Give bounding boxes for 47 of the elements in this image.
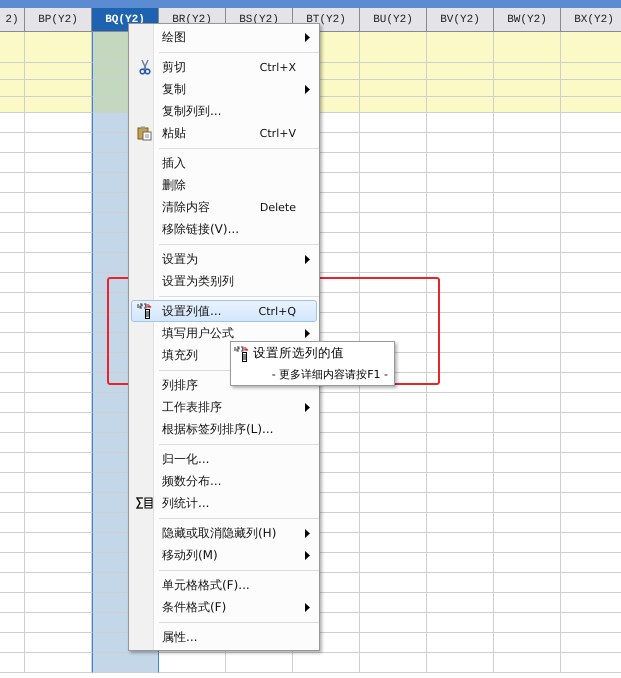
column-header[interactable]: BV(Y2): [427, 8, 494, 32]
set-values-icon: [234, 346, 250, 362]
submenu-arrow-icon: [304, 528, 310, 538]
menu-item[interactable]: 设置列值... Ctrl+Q: [131, 300, 317, 322]
menu-item[interactable]: 单元格格式(F)...: [131, 574, 317, 596]
submenu-arrow-icon: [304, 402, 310, 412]
column-header[interactable]: BP(Y2): [25, 8, 92, 32]
menu-item[interactable]: 根据标签列排序(L)...: [131, 418, 317, 440]
menu-item[interactable]: 插入: [131, 152, 317, 174]
menu-item[interactable]: 隐藏或取消隐藏列(H): [131, 522, 317, 544]
submenu-arrow-icon: [304, 328, 310, 338]
menu-item[interactable]: 填写用户公式: [131, 322, 317, 344]
menu-item[interactable]: 条件格式(F): [131, 596, 317, 618]
menu-item[interactable]: 复制: [131, 78, 317, 100]
column-header[interactable]: BX(Y2): [561, 8, 621, 32]
menu-item[interactable]: 设置为类别列: [131, 270, 317, 292]
submenu-arrow-icon: [304, 254, 310, 264]
tooltip-hint: - 更多详细内容请按F1 -: [272, 367, 388, 382]
column-header[interactable]: BW(Y2): [494, 8, 561, 32]
column-header[interactable]: BU(Y2): [360, 8, 427, 32]
menu-item[interactable]: 移除链接(V)...: [131, 218, 317, 240]
submenu-arrow-icon: [304, 602, 310, 612]
shortcut-label: Ctrl+V: [260, 126, 297, 140]
menu-item[interactable]: 设置为: [131, 248, 317, 270]
column-header[interactable]: 2): [0, 8, 25, 32]
submenu-arrow-icon: [304, 550, 310, 560]
menu-item[interactable]: 工作表排序: [131, 396, 317, 418]
submenu-arrow-icon: [304, 84, 310, 94]
menu-item[interactable]: 归一化...: [131, 448, 317, 470]
menu-item[interactable]: 复制列到...: [131, 100, 317, 122]
menu-item[interactable]: 频数分布...: [131, 470, 317, 492]
menu-item[interactable]: 移动列(M): [131, 544, 317, 566]
menu-item[interactable]: 属性...: [131, 626, 317, 648]
shortcut-label: Ctrl+X: [260, 60, 297, 74]
shortcut-label: Ctrl+Q: [258, 304, 297, 318]
menu-item[interactable]: 粘贴 Ctrl+V: [131, 122, 317, 144]
tooltip-title: 设置所选列的值: [253, 345, 344, 362]
submenu-arrow-icon: [304, 32, 310, 42]
set-values-icon: [137, 303, 153, 319]
sigma-list-icon: [136, 497, 154, 509]
menu-item[interactable]: 列统计...: [131, 492, 317, 514]
clipboard-icon: [137, 125, 153, 141]
shortcut-label: Delete: [260, 200, 297, 214]
menu-item[interactable]: 删除: [131, 174, 317, 196]
menu-item[interactable]: 剪切 Ctrl+X: [131, 56, 317, 78]
menu-item[interactable]: 清除内容 Delete: [131, 196, 317, 218]
scissors-icon: [139, 59, 151, 75]
